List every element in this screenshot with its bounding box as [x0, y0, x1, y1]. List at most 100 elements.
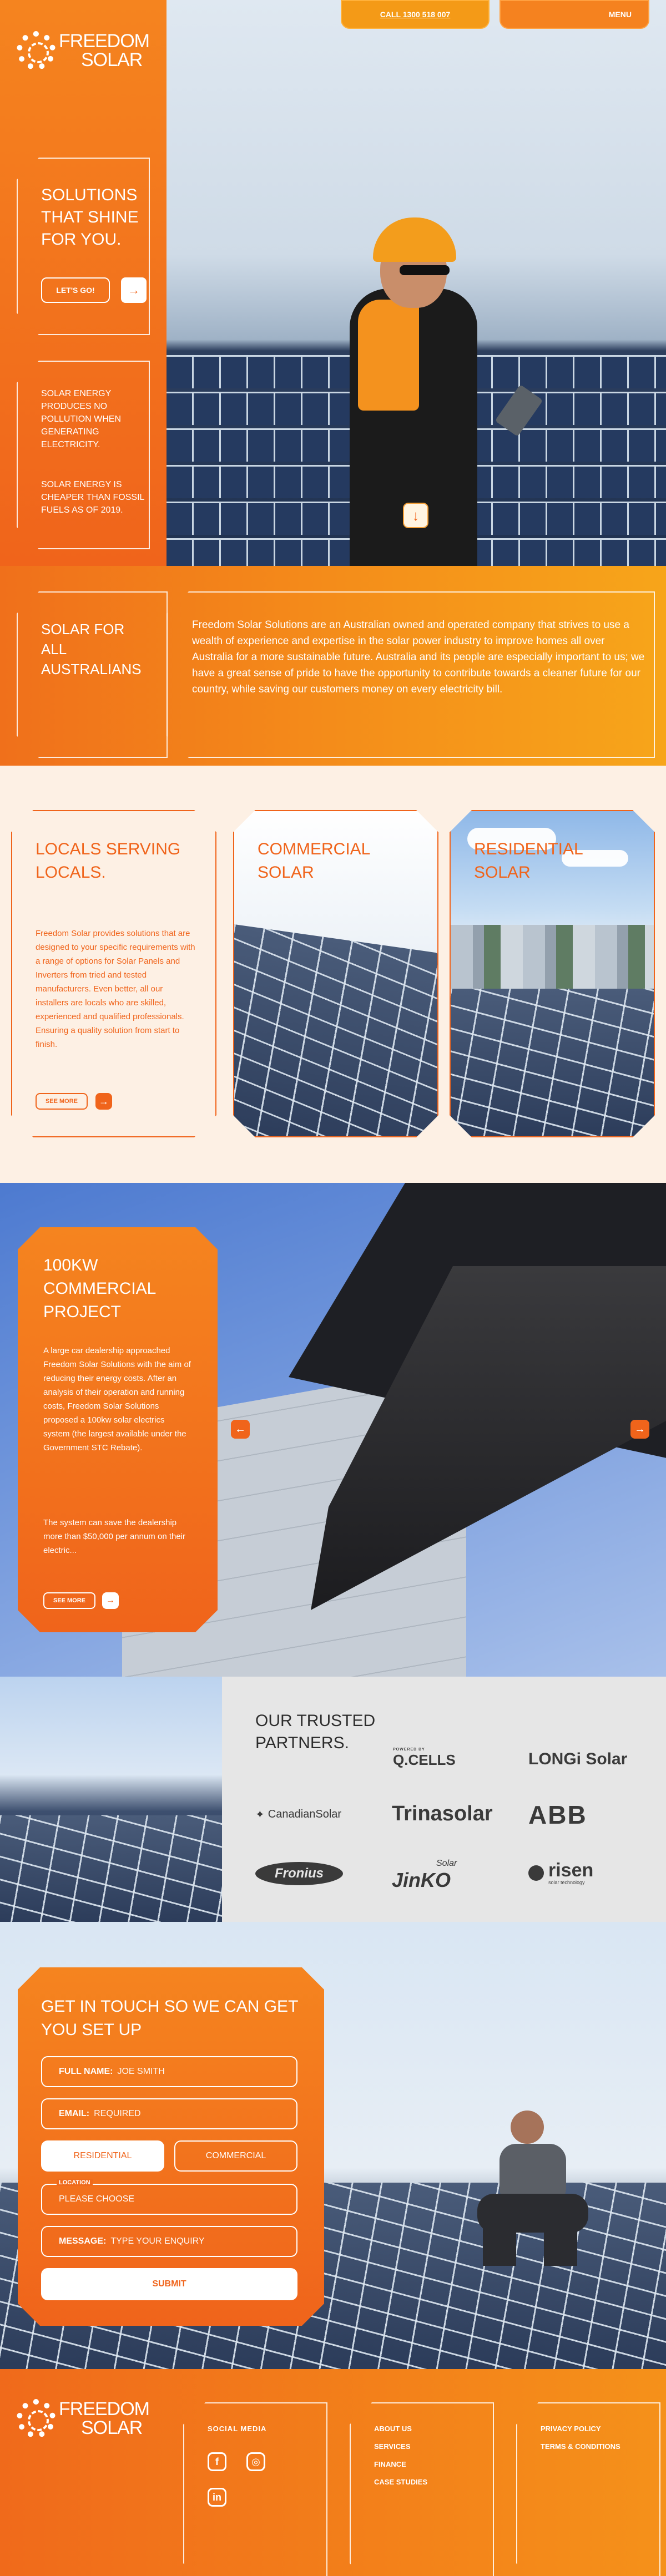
- arrow-right-button[interactable]: →: [121, 277, 147, 303]
- lets-go-button[interactable]: LET'S GO!: [41, 277, 110, 303]
- instagram-icon[interactable]: ◎: [246, 2452, 265, 2471]
- hard-hat: [373, 217, 456, 262]
- crouching-worker-photo: [477, 2111, 588, 2266]
- logo-line-2: SOLAR: [81, 49, 143, 70]
- hero-sidebar: FREEDOM SOLAR SOLUTIONS THAT SHINE FOR Y…: [0, 0, 167, 566]
- residential-houses-photo: [451, 925, 655, 991]
- logo-line-2: SOLAR: [81, 2417, 143, 2438]
- email-label: EMAIL:: [59, 2109, 90, 2118]
- commercial-solar-panels-photo: [234, 924, 438, 1137]
- scroll-down-button[interactable]: ↓: [403, 503, 428, 528]
- commercial-card[interactable]: COMMERCIAL SOLAR: [233, 810, 438, 1137]
- full-name-field[interactable]: FULL NAME: JOE SMITH: [41, 2056, 297, 2087]
- terms-conditions-link[interactable]: TERMS & CONDITIONS: [541, 2442, 620, 2451]
- footer-logo[interactable]: FREEDOM SOLAR: [17, 2398, 150, 2438]
- project-title: 100KW COMMERCIAL PROJECT: [43, 1256, 156, 1321]
- arrow-down-icon: ↓: [412, 507, 420, 524]
- message-placeholder: TYPE YOUR ENQUIRY: [110, 2236, 205, 2246]
- arrow-right-icon: →: [634, 1423, 645, 1435]
- carousel-prev-button[interactable]: ←: [231, 1420, 250, 1439]
- fact-cost: SOLAR ENERGY IS CHEAPER THAN FOSSIL FUEL…: [41, 480, 144, 515]
- hero-photo-solar-worker: [167, 0, 666, 566]
- facebook-icon[interactable]: f: [208, 2452, 226, 2471]
- project-card: 100KW COMMERCIAL PROJECT A large car dea…: [18, 1227, 218, 1632]
- fronius-logo: Fronius: [255, 1862, 343, 1885]
- submit-button[interactable]: SUBMIT: [41, 2268, 297, 2300]
- privacy-policy-link[interactable]: PRIVACY POLICY: [541, 2425, 601, 2433]
- about-section: SOLAR FOR ALL AUSTRALIANS Freedom Solar …: [0, 566, 666, 766]
- project-arrow-button[interactable]: →: [102, 1592, 119, 1609]
- worker-vest: [358, 300, 419, 411]
- risen-tagline: solar technology: [548, 1880, 585, 1885]
- partners-title: OUR TRUSTED PARTNERS.: [255, 1712, 376, 1752]
- residential-solar-panels-photo: [451, 989, 655, 1137]
- arrow-right-icon: →: [128, 283, 140, 297]
- jinko-wordmark: JinKO: [392, 1869, 451, 1891]
- message-field[interactable]: MESSAGE: TYPE YOUR ENQUIRY: [41, 2226, 297, 2257]
- locals-see-more-button[interactable]: SEE MORE: [36, 1093, 88, 1110]
- jinko-tagline: Solar: [436, 1859, 457, 1868]
- project-section: 100KW COMMERCIAL PROJECT A large car dea…: [0, 1183, 666, 1677]
- about-us-link[interactable]: ABOUT US: [374, 2425, 412, 2433]
- email-placeholder: REQUIRED: [94, 2109, 141, 2118]
- location-select[interactable]: PLEASE CHOOSE: [41, 2184, 297, 2215]
- commercial-toggle[interactable]: COMMERCIAL: [174, 2140, 297, 2172]
- longi-logo: LONGi Solar: [528, 1750, 628, 1768]
- logo-line-1: FREEDOM: [59, 31, 150, 52]
- qcells-tagline: POWERED BY: [393, 1748, 425, 1752]
- project-see-more-button[interactable]: SEE MORE: [43, 1592, 95, 1609]
- project-text-1: A large car dealership approached Freedo…: [43, 1346, 191, 1453]
- commercial-title: COMMERCIAL SOLAR: [258, 840, 370, 882]
- locals-card: LOCALS SERVING LOCALS. Freedom Solar pro…: [11, 810, 216, 1137]
- residential-card[interactable]: RESIDENTIAL SOLAR: [450, 810, 655, 1137]
- locals-title: LOCALS SERVING LOCALS.: [36, 840, 181, 882]
- linkedin-icon[interactable]: in: [208, 2488, 226, 2507]
- sun-logo-icon: [17, 31, 56, 70]
- services-section: LOCALS SERVING LOCALS. Freedom Solar pro…: [0, 766, 666, 1183]
- carousel-next-button[interactable]: →: [630, 1420, 649, 1439]
- about-text: Freedom Solar Solutions are an Australia…: [192, 619, 645, 695]
- footer: FREEDOM SOLAR SOCIAL MEDIA f ◎ in ABOUT …: [0, 2369, 666, 2576]
- logo[interactable]: FREEDOM SOLAR: [17, 31, 150, 70]
- email-field[interactable]: EMAIL: REQUIRED: [41, 2098, 297, 2129]
- solar-field: [0, 1815, 222, 1922]
- fact-pollution: SOLAR ENERGY PRODUCES NO POLLUTION WHEN …: [41, 389, 122, 449]
- qcells-logo: POWERED BY Q.CELLS: [393, 1748, 456, 1769]
- residential-toggle[interactable]: RESIDENTIAL: [41, 2140, 164, 2172]
- risen-circle-icon: [528, 1865, 544, 1881]
- locals-arrow-button[interactable]: →: [95, 1093, 112, 1110]
- arrow-right-icon: →: [99, 1095, 109, 1107]
- page: FREEDOM SOLAR SOLUTIONS THAT SHINE FOR Y…: [0, 0, 666, 2576]
- locals-text: Freedom Solar provides solutions that ar…: [36, 929, 195, 1049]
- contact-section: GET IN TOUCH SO WE CAN GET YOU SET UP FU…: [0, 1922, 666, 2369]
- location-label: LOCATION: [57, 2179, 93, 2186]
- residential-title: RESIDENTIAL SOLAR: [474, 840, 583, 882]
- finance-link[interactable]: FINANCE: [374, 2460, 406, 2468]
- services-link[interactable]: SERVICES: [374, 2442, 411, 2451]
- contact-title: GET IN TOUCH SO WE CAN GET YOU SET UP: [41, 1997, 298, 2039]
- location-value: PLEASE CHOOSE: [59, 2194, 135, 2204]
- logo-wordmark: FREEDOM SOLAR: [59, 31, 150, 70]
- canadian-solar-logo: ✦ CanadianSolar: [255, 1808, 341, 1821]
- risen-wordmark: risen: [548, 1860, 594, 1881]
- partners-section: OUR TRUSTED PARTNERS. POWERED BY Q.CELLS…: [0, 1677, 666, 1922]
- maple-leaf-icon: ✦: [255, 1809, 265, 1821]
- logo-line-1: FREEDOM: [59, 2398, 150, 2420]
- menu-button[interactable]: MENU: [500, 0, 649, 29]
- footer-links-frame: [350, 2402, 494, 2576]
- risen-text: risen solar technology: [548, 1861, 593, 1885]
- full-name-value: JOE SMITH: [117, 2067, 165, 2076]
- trina-solar-logo: Trinasolar: [392, 1802, 493, 1825]
- arrow-right-icon: →: [106, 1596, 115, 1605]
- call-phone-link[interactable]: CALL 1300 518 007: [341, 0, 490, 29]
- project-text-2: The system can save the dealership more …: [43, 1518, 186, 1555]
- hero-title: SOLUTIONS THAT SHINE FOR YOU.: [41, 186, 139, 249]
- arrow-left-icon: ←: [235, 1423, 246, 1435]
- message-label: MESSAGE:: [59, 2236, 107, 2246]
- abb-logo: ABB: [528, 1800, 587, 1829]
- contact-form-card: GET IN TOUCH SO WE CAN GET YOU SET UP FU…: [18, 1967, 324, 2326]
- hero-section: FREEDOM SOLAR SOLUTIONS THAT SHINE FOR Y…: [0, 0, 666, 566]
- full-name-label: FULL NAME:: [59, 2067, 113, 2076]
- case-studies-link[interactable]: CASE STUDIES: [374, 2478, 427, 2486]
- canadian-wordmark: CanadianSolar: [268, 1808, 342, 1820]
